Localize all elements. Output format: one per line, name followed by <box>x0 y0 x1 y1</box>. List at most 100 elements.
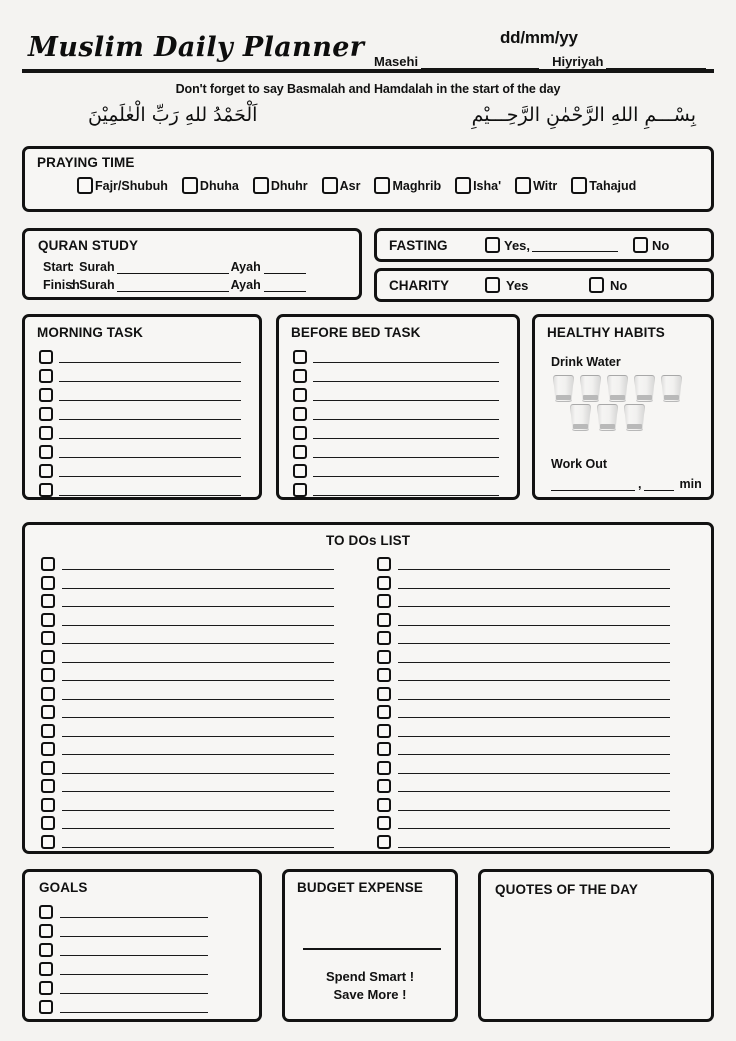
task-write-line[interactable] <box>313 380 499 382</box>
todo-write-line[interactable] <box>62 717 334 719</box>
water-glass-icon[interactable] <box>607 375 628 402</box>
checkbox-tahajud[interactable] <box>571 177 588 194</box>
masehi-input[interactable] <box>421 55 540 69</box>
todo-checkbox[interactable] <box>41 649 55 664</box>
fasting-yes-input[interactable] <box>532 238 619 252</box>
checkbox-charity-yes[interactable] <box>485 277 500 293</box>
water-glass-icon[interactable] <box>597 404 618 431</box>
budget-amount-input[interactable] <box>303 948 441 950</box>
task-write-line[interactable] <box>313 437 499 439</box>
pray-item-fajr[interactable]: Fajr/Shubuh <box>77 177 168 194</box>
todo-write-line[interactable] <box>398 772 670 774</box>
checkbox-dhuha[interactable] <box>181 177 198 194</box>
checkbox-asr[interactable] <box>321 177 338 194</box>
todo-write-line[interactable] <box>62 772 334 774</box>
water-glass-icon[interactable] <box>580 375 601 402</box>
task-checkbox[interactable] <box>39 425 53 440</box>
goal-write-line[interactable] <box>60 973 208 975</box>
task-write-line[interactable] <box>59 418 241 420</box>
goal-checkbox[interactable] <box>39 961 53 976</box>
goal-checkbox[interactable] <box>39 942 53 957</box>
quotes-of-the-day-section[interactable]: QUOTES OF THE DAY <box>478 869 714 1022</box>
todo-write-line[interactable] <box>62 569 334 571</box>
todo-checkbox[interactable] <box>41 797 55 812</box>
todo-write-line[interactable] <box>398 828 670 830</box>
todo-write-line[interactable] <box>62 809 334 811</box>
checkbox-maghrib[interactable] <box>374 177 391 194</box>
todo-checkbox[interactable] <box>377 779 391 794</box>
todo-write-line[interactable] <box>62 791 334 793</box>
fasting-yes-option[interactable]: Yes, <box>485 237 619 253</box>
todo-write-line[interactable] <box>62 698 334 700</box>
pray-item-witr[interactable]: Witr <box>515 177 557 194</box>
pray-item-isha[interactable]: Isha' <box>455 177 501 194</box>
goal-write-line[interactable] <box>60 1011 208 1013</box>
task-checkbox[interactable] <box>39 444 53 459</box>
todo-write-line[interactable] <box>62 828 334 830</box>
todo-checkbox[interactable] <box>41 631 55 646</box>
task-write-line[interactable] <box>313 399 499 401</box>
todo-checkbox[interactable] <box>41 612 55 627</box>
task-checkbox[interactable] <box>293 387 307 402</box>
todo-checkbox[interactable] <box>41 594 55 609</box>
todo-checkbox[interactable] <box>377 594 391 609</box>
todo-write-line[interactable] <box>398 698 670 700</box>
goal-checkbox[interactable] <box>39 923 53 938</box>
todo-write-line[interactable] <box>62 846 334 848</box>
quran-start-surah-input[interactable] <box>116 260 229 274</box>
todo-write-line[interactable] <box>62 680 334 682</box>
pray-item-asr[interactable]: Asr <box>321 177 360 194</box>
task-checkbox[interactable] <box>293 482 307 497</box>
todo-checkbox[interactable] <box>41 816 55 831</box>
work-out-type-input[interactable] <box>551 477 635 491</box>
charity-yes-option[interactable]: Yes <box>485 277 528 293</box>
task-write-line[interactable] <box>313 475 499 477</box>
todo-checkbox[interactable] <box>41 779 55 794</box>
quran-start-ayah-input[interactable] <box>263 260 306 274</box>
checkbox-fasting-no[interactable] <box>633 237 648 253</box>
water-glass-icon[interactable] <box>570 404 591 431</box>
task-checkbox[interactable] <box>293 463 307 478</box>
todo-write-line[interactable] <box>398 624 670 626</box>
task-write-line[interactable] <box>313 418 499 420</box>
task-checkbox[interactable] <box>293 349 307 364</box>
task-write-line[interactable] <box>59 399 241 401</box>
todo-checkbox[interactable] <box>377 612 391 627</box>
todo-checkbox[interactable] <box>377 668 391 683</box>
checkbox-witr[interactable] <box>515 177 532 194</box>
todo-write-line[interactable] <box>398 587 670 589</box>
todo-write-line[interactable] <box>398 717 670 719</box>
task-checkbox[interactable] <box>293 425 307 440</box>
todo-checkbox[interactable] <box>377 816 391 831</box>
goal-checkbox[interactable] <box>39 904 53 919</box>
pray-item-maghrib[interactable]: Maghrib <box>374 177 441 194</box>
todo-checkbox[interactable] <box>41 723 55 738</box>
todo-write-line[interactable] <box>398 661 670 663</box>
todo-checkbox[interactable] <box>41 705 55 720</box>
goal-write-line[interactable] <box>60 992 208 994</box>
todo-write-line[interactable] <box>398 735 670 737</box>
task-checkbox[interactable] <box>39 349 53 364</box>
pray-item-tahajud[interactable]: Tahajud <box>571 177 636 194</box>
todo-write-line[interactable] <box>62 587 334 589</box>
todo-write-line[interactable] <box>398 643 670 645</box>
goal-checkbox[interactable] <box>39 999 53 1014</box>
task-write-line[interactable] <box>59 494 241 496</box>
task-write-line[interactable] <box>313 361 499 363</box>
task-write-line[interactable] <box>59 437 241 439</box>
todo-checkbox[interactable] <box>377 797 391 812</box>
todo-checkbox[interactable] <box>41 557 55 572</box>
todo-checkbox[interactable] <box>377 723 391 738</box>
todo-write-line[interactable] <box>398 754 670 756</box>
goal-write-line[interactable] <box>60 935 208 937</box>
checkbox-fajr[interactable] <box>77 177 93 194</box>
pray-item-dhuhr[interactable]: Dhuhr <box>252 177 308 194</box>
pray-item-dhuha[interactable]: Dhuha <box>181 177 239 194</box>
quran-finish-ayah-input[interactable] <box>263 278 306 292</box>
todo-checkbox[interactable] <box>41 575 55 590</box>
todo-write-line[interactable] <box>62 643 334 645</box>
todo-checkbox[interactable] <box>41 834 55 849</box>
checkbox-isha[interactable] <box>455 177 472 194</box>
task-write-line[interactable] <box>59 361 241 363</box>
water-glass-icon[interactable] <box>661 375 682 402</box>
